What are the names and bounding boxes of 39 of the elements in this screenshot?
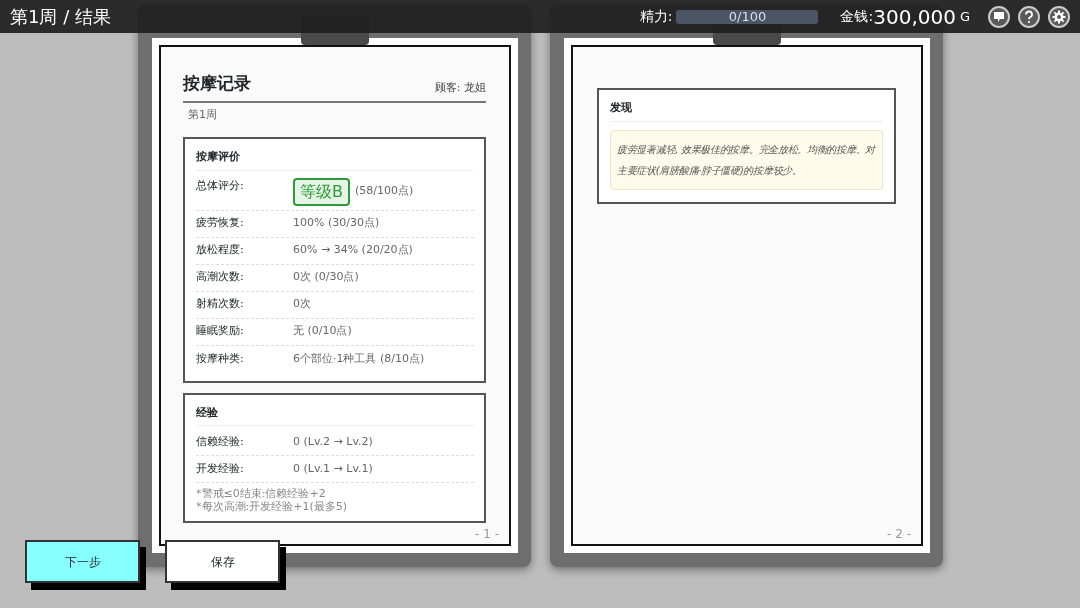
row-label: 高潮次数: [196,269,245,286]
row-value: 0 (Lv.2 → Lv.2) [293,433,373,450]
money-amount: 300,000 [873,3,956,31]
row-label: 信赖经验: [196,433,245,450]
note-text: *警戒≤0结束:信赖经验+2 [196,487,327,500]
row-label: 睡眠奖励: [196,323,245,340]
page-title: 按摩记录 [183,72,251,95]
week-label: 第1周 [188,106,218,123]
row-value: 6个部位·1种工具 (8/10点) [293,350,425,367]
customer-label: 顾客: 龙姐 [434,80,486,96]
chat-icon[interactable] [988,5,1010,28]
findings-text: 疲劳显著减轻, 效果极佳的按摩。完全放松。均衡的按摩。对主要症状(肩膀酸痛·脖子僵硬)的按摩较少。 [610,129,883,190]
help-icon[interactable] [1018,5,1040,28]
money-unit: G [959,7,970,26]
row-value: (58/100点) [355,183,414,200]
section-heading: 发现 [610,100,883,122]
screen-title: 第1周 / 结果 [10,5,111,29]
row-value: 0次 [293,296,311,313]
grade-badge: 等级B [293,177,350,206]
energy-reading: 0/100 [727,9,768,24]
row-value: 0次 (0/30点) [293,269,359,286]
row-label: 开发经验: [196,460,245,477]
section-heading: 经验 [196,404,474,426]
row-value: 100% (30/30点) [293,215,380,232]
money-label: 金钱: [840,7,874,26]
row-label: 疲劳恢复: [196,215,245,232]
row-label: 射精次数: [196,296,245,313]
page-number: - 1 - [475,526,499,543]
note-text: *每次高潮:开发经验+1(最多5) [196,500,348,513]
row-label: 放松程度: [196,242,245,259]
row-label: 按摩种类: [196,350,245,367]
settings-icon[interactable] [1048,5,1070,28]
section-heading: 按摩评价 [196,149,474,171]
row-label: 总体评分: [196,177,245,194]
page-number: - 2 - [887,526,911,543]
row-value: 无 (0/10点) [293,323,352,340]
row-value: 60% → 34% (20/20点) [293,242,413,259]
row-value: 0 (Lv.1 → Lv.1) [293,460,373,477]
energy-label: 精力: [639,7,673,26]
